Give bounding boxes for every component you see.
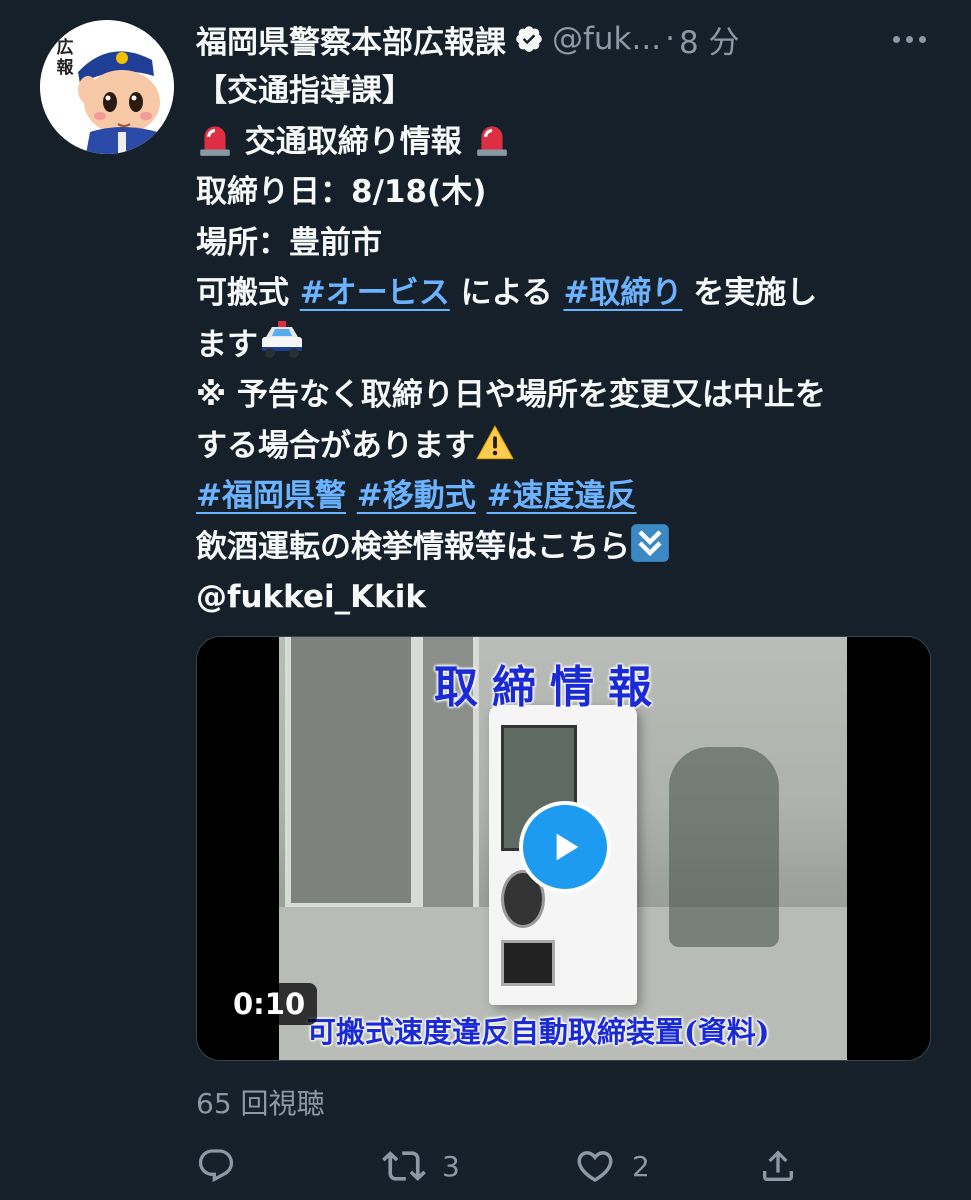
tweet: 広報 福岡県警察本部広報課 @fuk... · 8 分 【交通指導課】 交通取締… — [0, 0, 971, 1200]
siren-icon — [476, 125, 507, 156]
tweet-line-5-pre: 可搬式 — [196, 275, 300, 311]
video-overlay-title: 取締情報 — [434, 662, 666, 713]
window-pane — [285, 637, 417, 909]
double-down-arrow-icon — [631, 523, 669, 562]
share-button[interactable] — [758, 1140, 798, 1192]
police-car-icon — [262, 320, 302, 358]
video-overlay-caption: 可搬式速度違反自動取締装置(資料) — [307, 1015, 770, 1049]
like-button[interactable]: 2 — [574, 1140, 650, 1192]
action-bar: 3 2 — [196, 1140, 936, 1192]
play-button[interactable] — [519, 801, 611, 893]
display-name[interactable]: 福岡県警察本部広報課 — [196, 17, 506, 62]
video-duration: 0:10 — [221, 983, 318, 1025]
tweet-line-10-text: 飲酒運転の検挙情報等はこちら — [196, 528, 630, 565]
tweet-line-10: 飲酒運転の検挙情報等はこちら — [196, 522, 936, 573]
tweet-line-8-text: する場合があります — [196, 427, 475, 464]
tweet-line-2: 交通取締り情報 — [196, 117, 936, 168]
reflection-figure — [669, 747, 779, 947]
hashtag-fukuoka-kenkei[interactable]: #福岡県警 — [196, 478, 346, 514]
like-count: 2 — [632, 1149, 650, 1183]
tweet-header: 福岡県警察本部広報課 @fuk... · 8 分 — [196, 14, 956, 64]
hashtag-idoushiki[interactable]: #移動式 — [357, 478, 476, 514]
retweet-count: 3 — [442, 1149, 460, 1183]
hashtag-orbis[interactable]: #オービス — [300, 275, 450, 311]
video-player[interactable]: 取締情報 可搬式速度違反自動取締装置(資料) 0:10 — [196, 636, 931, 1061]
separator-dot: · — [665, 21, 675, 57]
tweet-line-5-post: を実施し — [682, 275, 818, 311]
avatar-badge-text: 広報 — [56, 38, 74, 78]
tweet-line-7: ※ 予告なく取締り日や場所を変更又は中止を — [196, 377, 826, 413]
tweet-line-8: する場合があります — [196, 421, 936, 472]
tweet-text: 【交通指導課】 交通取締り情報 取締り日：8/18(木) 場所：豊前市 可搬式 … — [196, 66, 936, 623]
tweet-line-6-text: ます — [196, 326, 258, 363]
share-icon — [763, 1150, 793, 1181]
more-icon[interactable] — [893, 14, 926, 64]
tweet-line-5-mid: による — [449, 275, 564, 311]
retweet-button[interactable]: 3 — [382, 1140, 460, 1192]
siren-icon — [200, 125, 230, 156]
tweet-line-1: 【交通指導課】 — [196, 73, 413, 109]
play-icon — [556, 833, 579, 861]
tweet-line-11[interactable]: @fukkei_Kkik — [196, 572, 936, 623]
hashtag-sokudo-ihan[interactable]: #速度違反 — [487, 478, 637, 514]
tweet-line-9: #福岡県警 #移動式 #速度違反 — [196, 471, 936, 522]
like-icon — [577, 1151, 613, 1183]
tweet-line-3: 取締り日：8/18(木) — [196, 174, 487, 210]
retweet-icon — [382, 1151, 426, 1181]
user-handle[interactable]: @fuk... — [552, 21, 661, 57]
view-count: 65 回視聴 — [196, 1087, 325, 1120]
reply-button[interactable] — [196, 1140, 236, 1192]
tweet-line-4: 場所：豊前市 — [196, 224, 382, 261]
tweet-time[interactable]: 8 分 — [679, 17, 740, 62]
reply-icon — [198, 1149, 234, 1183]
hashtag-torishimari[interactable]: #取締り — [563, 275, 682, 311]
verified-badge-icon — [516, 26, 542, 52]
tweet-line-6: ます — [196, 319, 936, 371]
tweet-line-2-text: 交通取締り情報 — [244, 123, 462, 160]
tweet-line-5: 可搬式 #オービス による #取締り を実施し — [196, 268, 936, 319]
avatar[interactable]: 広報 — [40, 20, 174, 154]
warning-icon — [476, 424, 514, 459]
